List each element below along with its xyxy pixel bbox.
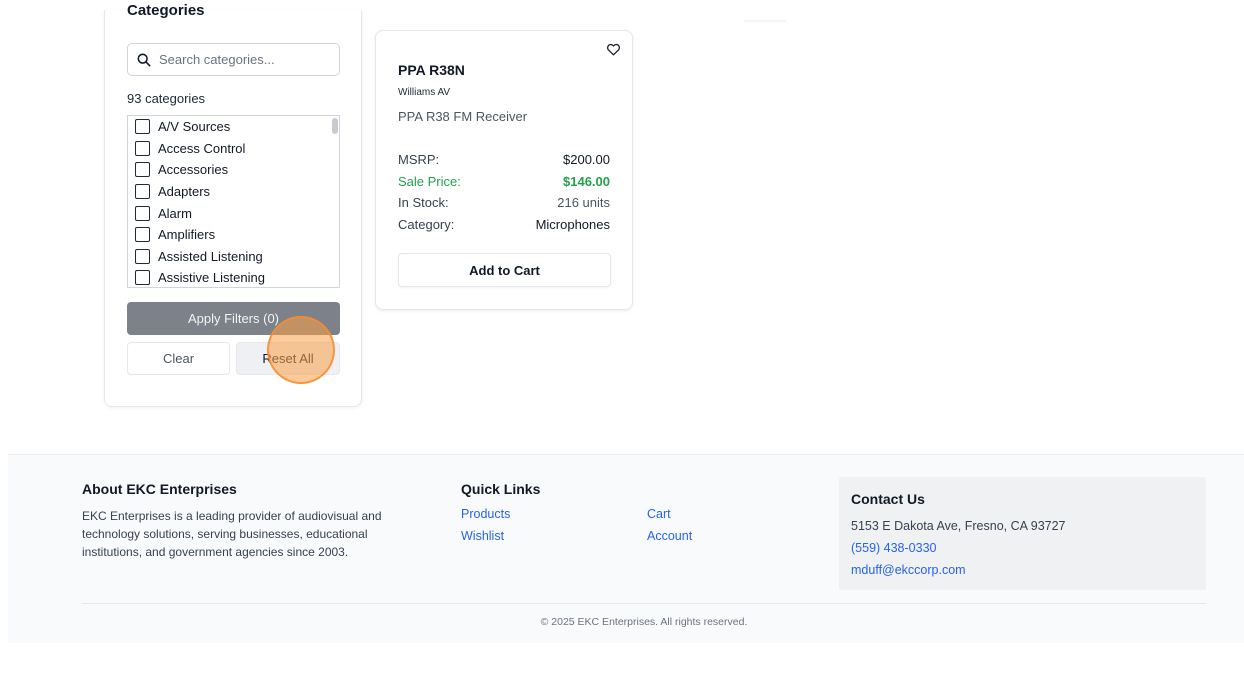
category-item[interactable]: Assistive Listening xyxy=(128,267,339,287)
stock-label: In Stock: xyxy=(398,195,449,210)
add-to-cart-button[interactable]: Add to Cart xyxy=(398,253,611,287)
heart-icon xyxy=(606,43,620,55)
contact-box: Contact Us 5153 E Dakota Ave, Fresno, CA… xyxy=(839,477,1206,590)
checkbox-icon[interactable] xyxy=(135,227,150,243)
sale-price-label: Sale Price: xyxy=(398,174,461,189)
category-item[interactable]: Amplifiers xyxy=(128,224,339,246)
product-card: PPA R38N Williams AV PPA R38 FM Receiver… xyxy=(375,30,633,310)
category-filter-panel: Categories 93 categories A/V Sources Acc… xyxy=(104,2,362,407)
category-list-scrollbar[interactable] xyxy=(332,118,338,134)
copyright: © 2025 EKC Enterprises. All rights reser… xyxy=(540,616,748,628)
stock-value: 216 units xyxy=(557,195,610,210)
category-item[interactable]: Accessories xyxy=(128,159,339,181)
category-list[interactable]: A/V Sources Access Control Accessories A… xyxy=(127,115,340,288)
header-tab-fragment xyxy=(744,20,786,22)
contact-email-link[interactable]: mduff@ekccorp.com xyxy=(851,563,966,577)
checkbox-icon[interactable] xyxy=(135,162,150,178)
category-item[interactable]: Assisted Listening xyxy=(128,246,339,268)
category-search-box[interactable] xyxy=(127,43,340,76)
clear-button[interactable]: Clear xyxy=(127,342,230,375)
category-item[interactable]: A/V Sources xyxy=(128,116,339,138)
category-label: Access Control xyxy=(158,140,246,156)
category-search-input[interactable] xyxy=(159,52,329,67)
checkbox-icon[interactable] xyxy=(135,270,150,286)
category-label: Category: xyxy=(398,217,455,232)
quick-links-title: Quick Links xyxy=(461,481,541,497)
sale-price-value: $146.00 xyxy=(563,174,610,189)
category-value: Microphones xyxy=(535,217,610,232)
footer-link-products[interactable]: Products xyxy=(461,507,510,521)
reset-all-button[interactable]: Reset All xyxy=(236,342,340,375)
main-content: Categories 93 categories A/V Sources Acc… xyxy=(8,2,1244,454)
category-label: Alarm xyxy=(158,205,192,221)
about-text: EKC Enterprises is a leading provider of… xyxy=(82,509,382,559)
category-item[interactable]: Adapters xyxy=(128,181,339,203)
checkbox-icon[interactable] xyxy=(135,119,150,135)
about-title: About EKC Enterprises xyxy=(82,481,237,497)
contact-title: Contact Us xyxy=(851,491,925,507)
site-footer: About EKC Enterprises EKC Enterprises is… xyxy=(8,454,1244,643)
footer-divider xyxy=(82,603,1206,604)
product-brand: Williams AV xyxy=(398,87,451,98)
checkbox-icon[interactable] xyxy=(135,140,150,156)
category-label: Assisted Listening xyxy=(158,248,263,264)
category-label: A/V Sources xyxy=(158,119,231,135)
msrp-label: MSRP: xyxy=(398,152,440,167)
category-item[interactable]: Alarm xyxy=(128,202,339,224)
msrp-row: MSRP: $200.00 xyxy=(398,152,610,167)
category-label: Accessories xyxy=(158,162,229,178)
wishlist-button[interactable] xyxy=(603,39,623,59)
contact-address: 5153 E Dakota Ave, Fresno, CA 93727 xyxy=(851,519,1066,533)
msrp-value: $200.00 xyxy=(563,152,610,167)
category-label: Amplifiers xyxy=(158,227,216,243)
category-count: 93 categories xyxy=(127,91,206,106)
search-icon xyxy=(137,53,151,66)
sidebar-title: Categories xyxy=(127,2,205,19)
footer-link-wishlist[interactable]: Wishlist xyxy=(461,529,504,543)
product-description: PPA R38 FM Receiver xyxy=(398,109,528,124)
product-name: PPA R38N xyxy=(398,62,465,78)
category-row: Category: Microphones xyxy=(398,217,610,232)
apply-filters-button[interactable]: Apply Filters (0) xyxy=(127,302,340,335)
footer-link-account[interactable]: Account xyxy=(647,529,692,543)
checkbox-icon[interactable] xyxy=(135,184,150,200)
contact-phone-link[interactable]: (559) 438-0330 xyxy=(851,541,936,555)
checkbox-icon[interactable] xyxy=(135,205,150,221)
stock-row: In Stock: 216 units xyxy=(398,195,610,210)
footer-link-cart[interactable]: Cart xyxy=(647,507,671,521)
category-item[interactable]: Access Control xyxy=(128,138,339,160)
checkbox-icon[interactable] xyxy=(135,248,150,264)
category-label: Adapters xyxy=(158,184,211,200)
category-label: Assistive Listening xyxy=(158,270,265,286)
sale-price-row: Sale Price: $146.00 xyxy=(398,174,610,189)
